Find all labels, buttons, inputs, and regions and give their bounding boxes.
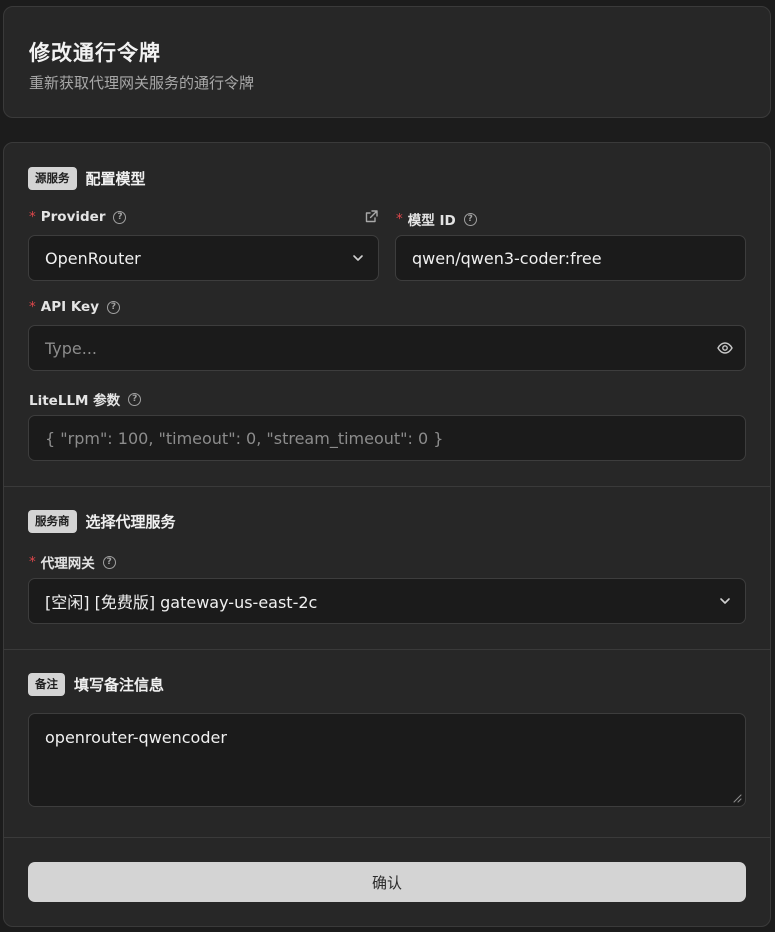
litellm-label: LiteLLM 参数 ?	[29, 389, 142, 409]
model-id-label-text: 模型 ID	[407, 213, 456, 229]
section-divider	[4, 486, 770, 487]
gateway-label: * 代理网关 ?	[29, 552, 116, 572]
page-subtitle: 重新获取代理网关服务的通行令牌	[29, 74, 255, 92]
gateway-label-text: 代理网关	[40, 556, 95, 572]
proxy-section-title: 选择代理服务	[85, 513, 176, 531]
model-id-label: * 模型 ID ?	[396, 209, 477, 229]
provider-select[interactable]: OpenRouter	[28, 235, 379, 281]
note-textarea[interactable]: openrouter-qwencoder	[28, 713, 746, 807]
provider-value: OpenRouter	[45, 248, 141, 268]
source-section-header: 源服务 配置模型	[28, 167, 146, 190]
required-mark: *	[29, 209, 36, 225]
api-key-label-text: API Key	[40, 299, 99, 315]
api-key-label: * API Key ?	[29, 299, 120, 315]
help-icon[interactable]: ?	[113, 210, 127, 224]
eye-icon[interactable]	[717, 341, 733, 355]
external-link-icon[interactable]	[364, 209, 379, 224]
form-card: 源服务 配置模型 * Provider ? OpenRouter * 模型 ID…	[3, 142, 771, 927]
help-icon[interactable]: ?	[463, 212, 477, 226]
help-icon[interactable]: ?	[107, 300, 120, 314]
chevron-down-icon	[353, 255, 363, 261]
required-mark: *	[29, 299, 36, 315]
api-key-placeholder: Type...	[45, 338, 98, 358]
api-key-input[interactable]: Type...	[28, 325, 746, 371]
litellm-params-input[interactable]: { "rpm": 100, "timeout": 0, "stream_time…	[28, 415, 746, 461]
model-id-input[interactable]: qwen/qwen3-coder:free	[395, 235, 746, 281]
required-mark: *	[29, 554, 36, 570]
provider-label: * Provider ?	[29, 209, 127, 225]
resize-handle-icon[interactable]	[733, 794, 742, 803]
proxy-section-header: 服务商 选择代理服务	[28, 510, 176, 533]
section-divider	[4, 837, 770, 838]
note-badge: 备注	[28, 673, 65, 696]
section-divider	[4, 649, 770, 650]
litellm-label-text: LiteLLM 参数	[29, 393, 121, 409]
gateway-value: [空闲] [免费版] gateway-us-east-2c	[45, 593, 318, 612]
note-value: openrouter-qwencoder	[45, 728, 227, 747]
provider-label-text: Provider	[40, 209, 106, 225]
page-title: 修改通行令牌	[29, 41, 161, 65]
help-icon[interactable]: ?	[128, 392, 142, 406]
note-section-header: 备注 填写备注信息	[28, 673, 164, 696]
gateway-select[interactable]: [空闲] [免费版] gateway-us-east-2c	[28, 578, 746, 624]
note-section-title: 填写备注信息	[74, 676, 165, 694]
help-icon[interactable]: ?	[102, 555, 116, 569]
source-badge: 源服务	[28, 167, 77, 190]
required-mark: *	[396, 211, 403, 227]
model-id-value: qwen/qwen3-coder:free	[412, 248, 602, 268]
confirm-button[interactable]: 确认	[28, 862, 746, 902]
chevron-down-icon	[720, 598, 730, 604]
litellm-placeholder: { "rpm": 100, "timeout": 0, "stream_time…	[45, 428, 444, 448]
source-section-title: 配置模型	[85, 170, 146, 188]
header-card: 修改通行令牌 重新获取代理网关服务的通行令牌	[3, 6, 771, 118]
proxy-badge: 服务商	[28, 510, 77, 533]
